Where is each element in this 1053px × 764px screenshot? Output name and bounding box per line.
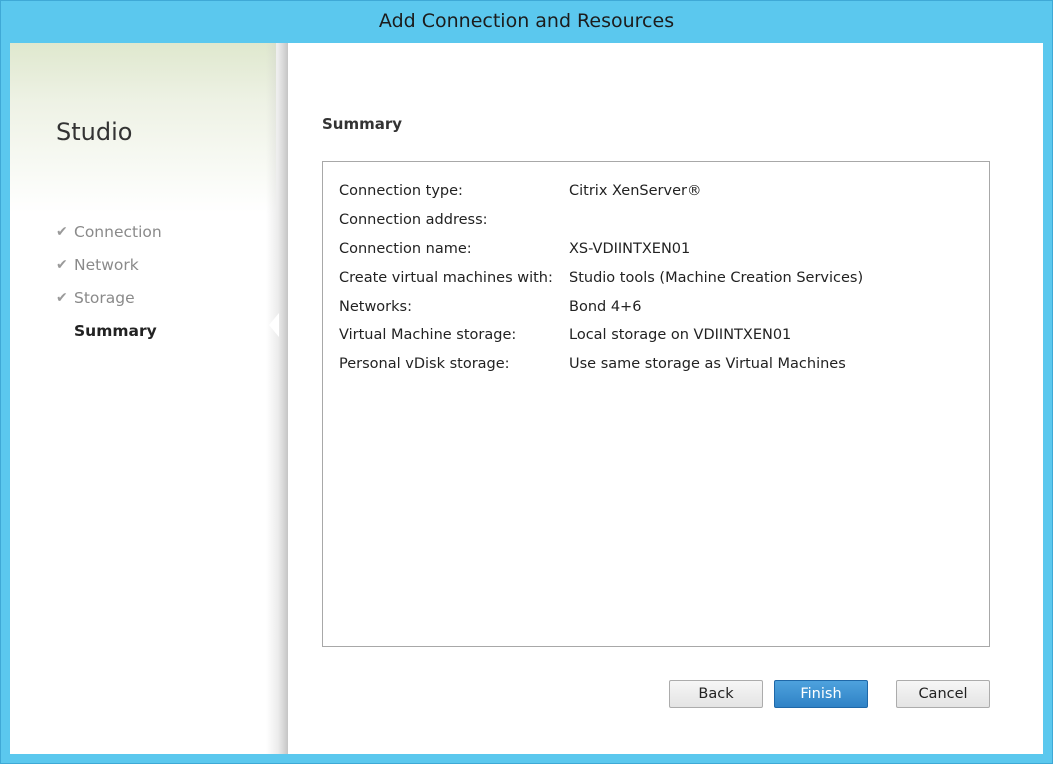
dialog-client-area: Studio ✔ Connection ✔ Network ✔ Storage …: [10, 43, 1043, 754]
step-label: Storage: [74, 288, 135, 307]
summary-value: Studio tools (Machine Creation Services): [569, 269, 864, 286]
summary-label: Connection name:: [339, 240, 472, 257]
step-summary: Summary: [56, 314, 162, 347]
summary-value: Citrix XenServer®: [569, 183, 702, 200]
summary-value: Use same storage as Virtual Machines: [569, 356, 846, 373]
cancel-button[interactable]: Cancel: [896, 680, 990, 708]
back-button[interactable]: Back: [669, 680, 763, 708]
page-title: Summary: [322, 115, 403, 133]
summary-label: Virtual Machine storage:: [339, 327, 517, 344]
wizard-sidebar: Studio ✔ Connection ✔ Network ✔ Storage …: [10, 43, 276, 754]
summary-row-create-vms-with: Create virtual machines with: Studio too…: [339, 263, 863, 292]
checkmark-icon: ✔: [56, 256, 68, 273]
summary-row-connection-address: Connection address:: [339, 206, 863, 235]
step-connection: ✔ Connection: [56, 215, 162, 248]
window-title: Add Connection and Resources: [378, 10, 675, 32]
summary-label: Create virtual machines with:: [339, 269, 553, 286]
step-label: Connection: [74, 222, 162, 241]
summary-value: XS-VDIINTXEN01: [569, 240, 691, 257]
checkmark-icon: ✔: [56, 223, 68, 240]
summary-panel: Connection type: Citrix XenServer® Conne…: [322, 161, 990, 647]
wizard-steps: ✔ Connection ✔ Network ✔ Storage Summary: [56, 215, 162, 347]
step-network: ✔ Network: [56, 248, 162, 281]
summary-row-pvd-storage: Personal vDisk storage: Use same storage…: [339, 350, 863, 379]
summary-row-connection-name: Connection name: XS-VDIINTXEN01: [339, 235, 863, 264]
summary-label: Personal vDisk storage:: [339, 356, 510, 373]
summary-table: Connection type: Citrix XenServer® Conne…: [339, 177, 863, 379]
checkmark-icon: ✔: [56, 289, 68, 306]
summary-label: Networks:: [339, 298, 412, 315]
finish-button[interactable]: Finish: [774, 680, 868, 708]
summary-label: Connection address:: [339, 212, 488, 229]
current-step-pointer: [269, 313, 279, 337]
summary-row-connection-type: Connection type: Citrix XenServer®: [339, 177, 863, 206]
summary-value: Bond 4+6: [569, 298, 642, 315]
sidebar-title: Studio: [56, 118, 133, 146]
step-storage: ✔ Storage: [56, 281, 162, 314]
summary-label: Connection type:: [339, 183, 463, 200]
step-label: Network: [74, 255, 139, 274]
summary-value: [569, 206, 863, 235]
step-label: Summary: [74, 321, 157, 340]
summary-row-vm-storage: Virtual Machine storage: Local storage o…: [339, 321, 863, 350]
summary-value: Local storage on VDIINTXEN01: [569, 327, 792, 344]
dialog-window: Add Connection and Resources Studio ✔ Co…: [0, 0, 1053, 764]
summary-row-networks: Networks: Bond 4+6: [339, 292, 863, 321]
